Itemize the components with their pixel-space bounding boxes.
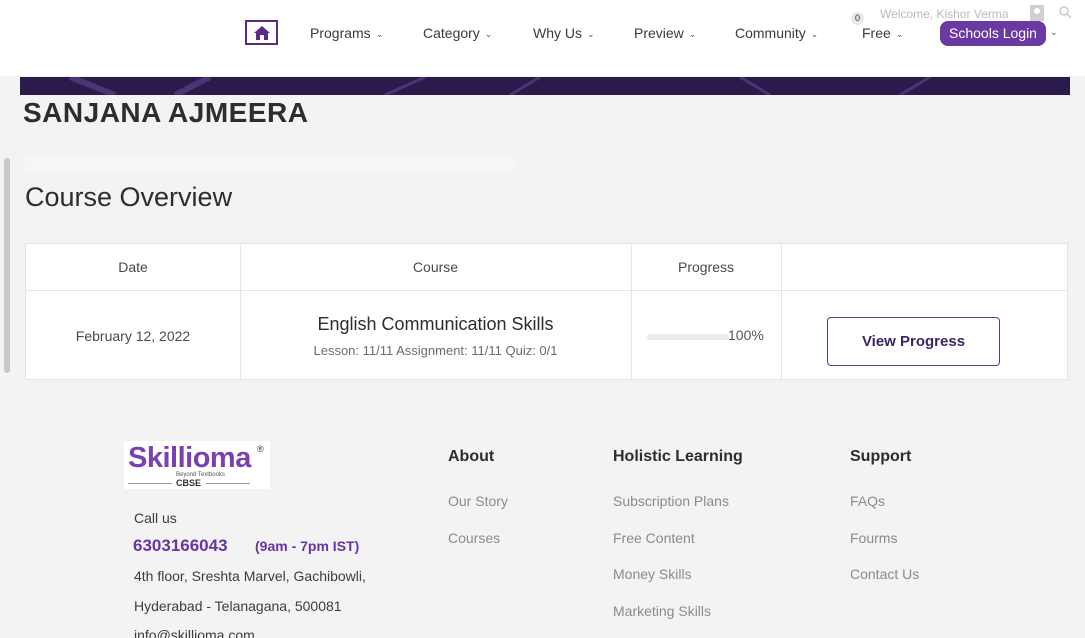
support-hours: (9am - 7pm IST) [255,538,360,554]
progress-bar-fill [647,334,729,340]
course-title: English Communication Skills [317,313,554,334]
chevron-down-icon: ⌄ [587,28,595,39]
nav-category-label: Category [423,25,480,41]
faded-subtitle [25,157,515,171]
footer-heading-holistic-learning: Holistic Learning [613,448,743,465]
table-header-row: Date Course Progress [26,244,1067,291]
footer-link-our-story[interactable]: Our Story [448,493,508,509]
footer-link-faqs[interactable]: FAQs [850,493,885,509]
footer-heading-about: About [448,448,495,465]
column-header-action [781,244,1069,290]
chevron-down-icon: ⌄ [484,28,493,39]
nav-free-label: Free [862,25,891,41]
column-header-date: Date [118,259,148,275]
course-meta: Lesson: 11/11 Assignment: 11/11 Quiz: 0/… [313,342,558,358]
nav-preview-label: Preview [634,25,684,41]
phone-number[interactable]: 6303166043 [133,536,228,556]
welcome-text[interactable]: Welcome, Kishor Verma [880,7,1009,21]
student-name: SANJANA AJMEERA [23,97,309,128]
footer-link-courses[interactable]: Courses [448,530,500,546]
address-line-1: 4th floor, Sreshta Marvel, Gachibowli, [134,568,366,584]
column-header-course: Course [412,259,459,275]
footer-link-marketing-skills[interactable]: Marketing Skills [613,603,711,619]
progress-bar [647,334,729,340]
chevron-down-icon: ⌄ [375,28,384,39]
nav-why-us-label: Why Us [533,25,582,41]
chevron-down-icon: ⌄ [810,28,819,39]
footer-link-contact-us[interactable]: Contact Us [850,566,919,582]
user-avatar-icon[interactable] [1030,5,1044,21]
footer-heading-support: Support [850,448,912,465]
nav-community[interactable]: Community ⌄ [735,25,818,41]
logo-board: CBSE [176,478,202,488]
home-icon [253,25,270,40]
course-info: English Communication Skills Lesson: 11/… [240,291,631,380]
footer-link-money-skills[interactable]: Money Skills [613,566,692,582]
schools-login-button[interactable]: Schools Login [940,21,1046,46]
address-line-2: Hyderabad - Telanagana, 500081 [134,598,342,614]
skillioma-logo[interactable]: Skillioma ® Beyond Textbooks CBSE [124,441,270,489]
chevron-down-icon: ⌄ [895,28,904,39]
profile-banner [20,77,1070,95]
chevron-down-icon[interactable]: ⌄ [1050,27,1058,38]
view-progress-button[interactable]: View Progress [827,317,1000,366]
nav-programs[interactable]: Programs ⌄ [310,25,383,41]
chevron-down-icon: ⌄ [688,28,697,39]
nav-preview[interactable]: Preview ⌄ [634,25,696,41]
scrollbar[interactable] [4,158,10,373]
nav-why-us[interactable]: Why Us ⌄ [533,25,595,41]
nav-category[interactable]: Category ⌄ [423,25,492,41]
top-navigation-bar: Programs ⌄ Category ⌄ Why Us ⌄ Preview ⌄… [0,0,1085,76]
home-button[interactable] [245,20,278,45]
course-date: February 12, 2022 [75,327,191,344]
nav-community-label: Community [735,25,806,41]
column-header-progress: Progress [677,259,735,275]
nav-free[interactable]: Free ⌄ [862,25,903,41]
contact-email[interactable]: info@skillioma.com [134,627,255,638]
nav-programs-label: Programs [310,25,371,41]
cart-count-badge[interactable]: 0 [851,12,864,25]
call-us-label: Call us [134,510,177,526]
logo-wordmark: Skillioma [128,442,251,474]
course-overview-table: Date Course Progress February 12, 2022 E… [25,243,1068,381]
search-icon[interactable] [1058,5,1072,24]
table-row: February 12, 2022 English Communication … [26,291,1067,380]
footer-link-free-content[interactable]: Free Content [613,530,695,546]
course-overview-title: Course Overview [25,182,233,212]
footer-link-forums[interactable]: Fourms [850,530,897,546]
logo-registered-mark: ® [257,444,264,454]
footer-link-subscription-plans[interactable]: Subscription Plans [613,493,729,509]
progress-percent: 100% [728,327,764,343]
